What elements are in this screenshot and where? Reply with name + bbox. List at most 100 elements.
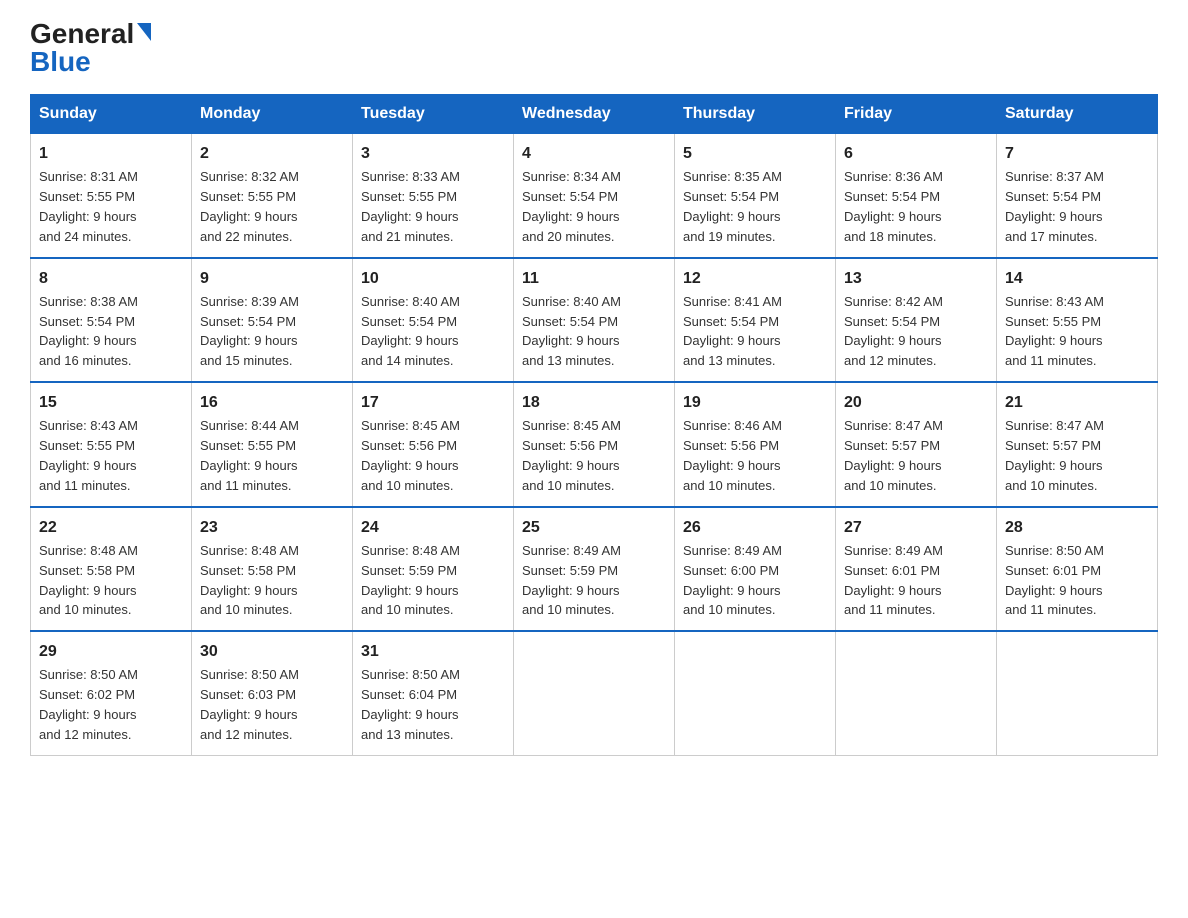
day-sunrise: Sunrise: 8:40 AM [361,294,460,309]
calendar-cell: 9 Sunrise: 8:39 AM Sunset: 5:54 PM Dayli… [192,258,353,383]
day-number: 30 [200,640,344,663]
day-number: 18 [522,391,666,414]
day-sunset: Sunset: 5:54 PM [522,189,618,204]
logo-general-text: General [30,20,151,48]
calendar-cell: 8 Sunrise: 8:38 AM Sunset: 5:54 PM Dayli… [31,258,192,383]
day-sunset: Sunset: 5:54 PM [683,314,779,329]
day-daylight-minutes: and 19 minutes. [683,229,776,244]
day-sunrise: Sunrise: 8:43 AM [1005,294,1104,309]
calendar-cell: 12 Sunrise: 8:41 AM Sunset: 5:54 PM Dayl… [675,258,836,383]
day-sunset: Sunset: 5:56 PM [522,438,618,453]
day-number: 26 [683,516,827,539]
day-sunset: Sunset: 5:56 PM [361,438,457,453]
calendar-cell: 7 Sunrise: 8:37 AM Sunset: 5:54 PM Dayli… [997,134,1158,258]
day-daylight: Daylight: 9 hours [39,583,137,598]
day-sunrise: Sunrise: 8:50 AM [1005,543,1104,558]
day-sunset: Sunset: 5:59 PM [361,563,457,578]
day-sunrise: Sunrise: 8:34 AM [522,169,621,184]
weekday-header-saturday: Saturday [997,95,1158,134]
calendar-cell: 15 Sunrise: 8:43 AM Sunset: 5:55 PM Dayl… [31,382,192,507]
day-sunset: Sunset: 5:54 PM [683,189,779,204]
calendar-cell [675,631,836,755]
day-daylight: Daylight: 9 hours [522,209,620,224]
day-number: 25 [522,516,666,539]
day-daylight: Daylight: 9 hours [1005,209,1103,224]
day-daylight: Daylight: 9 hours [200,333,298,348]
calendar-week-row: 8 Sunrise: 8:38 AM Sunset: 5:54 PM Dayli… [31,258,1158,383]
day-daylight-minutes: and 13 minutes. [522,353,615,368]
day-daylight: Daylight: 9 hours [1005,333,1103,348]
day-daylight: Daylight: 9 hours [39,707,137,722]
day-sunset: Sunset: 6:02 PM [39,687,135,702]
day-daylight: Daylight: 9 hours [361,209,459,224]
page-header: General Blue [30,20,1158,76]
day-daylight-minutes: and 11 minutes. [844,602,936,617]
calendar-week-row: 22 Sunrise: 8:48 AM Sunset: 5:58 PM Dayl… [31,507,1158,632]
day-number: 9 [200,267,344,290]
day-number: 15 [39,391,183,414]
day-daylight: Daylight: 9 hours [683,333,781,348]
day-number: 12 [683,267,827,290]
day-sunset: Sunset: 5:57 PM [1005,438,1101,453]
day-sunset: Sunset: 5:54 PM [844,314,940,329]
day-daylight: Daylight: 9 hours [361,458,459,473]
day-sunset: Sunset: 6:01 PM [844,563,940,578]
calendar-cell: 26 Sunrise: 8:49 AM Sunset: 6:00 PM Dayl… [675,507,836,632]
calendar-body: 1 Sunrise: 8:31 AM Sunset: 5:55 PM Dayli… [31,134,1158,756]
day-sunset: Sunset: 5:55 PM [200,438,296,453]
day-daylight-minutes: and 10 minutes. [522,478,615,493]
day-sunrise: Sunrise: 8:44 AM [200,418,299,433]
day-sunrise: Sunrise: 8:50 AM [200,667,299,682]
day-number: 11 [522,267,666,290]
day-sunset: Sunset: 5:55 PM [39,438,135,453]
day-sunrise: Sunrise: 8:38 AM [39,294,138,309]
calendar-cell: 23 Sunrise: 8:48 AM Sunset: 5:58 PM Dayl… [192,507,353,632]
calendar-cell: 22 Sunrise: 8:48 AM Sunset: 5:58 PM Dayl… [31,507,192,632]
day-daylight-minutes: and 21 minutes. [361,229,454,244]
weekday-header-tuesday: Tuesday [353,95,514,134]
day-daylight-minutes: and 12 minutes. [200,727,293,742]
calendar-cell: 13 Sunrise: 8:42 AM Sunset: 5:54 PM Dayl… [836,258,997,383]
day-daylight: Daylight: 9 hours [844,583,942,598]
day-sunset: Sunset: 6:01 PM [1005,563,1101,578]
calendar-cell: 14 Sunrise: 8:43 AM Sunset: 5:55 PM Dayl… [997,258,1158,383]
day-daylight: Daylight: 9 hours [39,333,137,348]
day-sunset: Sunset: 5:55 PM [39,189,135,204]
calendar-cell: 6 Sunrise: 8:36 AM Sunset: 5:54 PM Dayli… [836,134,997,258]
calendar-cell: 11 Sunrise: 8:40 AM Sunset: 5:54 PM Dayl… [514,258,675,383]
day-daylight-minutes: and 13 minutes. [683,353,776,368]
day-number: 19 [683,391,827,414]
weekday-header-sunday: Sunday [31,95,192,134]
day-daylight-minutes: and 10 minutes. [1005,478,1098,493]
calendar-cell [836,631,997,755]
day-sunset: Sunset: 5:59 PM [522,563,618,578]
day-sunset: Sunset: 5:54 PM [522,314,618,329]
day-daylight-minutes: and 24 minutes. [39,229,132,244]
calendar-cell: 16 Sunrise: 8:44 AM Sunset: 5:55 PM Dayl… [192,382,353,507]
day-number: 7 [1005,142,1149,165]
day-number: 16 [200,391,344,414]
day-number: 4 [522,142,666,165]
day-number: 27 [844,516,988,539]
day-sunset: Sunset: 6:03 PM [200,687,296,702]
day-sunrise: Sunrise: 8:45 AM [522,418,621,433]
day-number: 14 [1005,267,1149,290]
day-sunrise: Sunrise: 8:43 AM [39,418,138,433]
day-daylight: Daylight: 9 hours [200,583,298,598]
calendar-table: SundayMondayTuesdayWednesdayThursdayFrid… [30,94,1158,756]
day-number: 2 [200,142,344,165]
calendar-cell: 29 Sunrise: 8:50 AM Sunset: 6:02 PM Dayl… [31,631,192,755]
day-daylight: Daylight: 9 hours [361,707,459,722]
day-sunrise: Sunrise: 8:49 AM [683,543,782,558]
day-daylight-minutes: and 10 minutes. [361,602,454,617]
day-sunset: Sunset: 5:58 PM [39,563,135,578]
day-daylight: Daylight: 9 hours [522,333,620,348]
day-sunrise: Sunrise: 8:48 AM [361,543,460,558]
day-sunrise: Sunrise: 8:45 AM [361,418,460,433]
calendar-cell: 31 Sunrise: 8:50 AM Sunset: 6:04 PM Dayl… [353,631,514,755]
day-number: 10 [361,267,505,290]
day-number: 22 [39,516,183,539]
day-number: 17 [361,391,505,414]
day-number: 8 [39,267,183,290]
calendar-cell: 28 Sunrise: 8:50 AM Sunset: 6:01 PM Dayl… [997,507,1158,632]
